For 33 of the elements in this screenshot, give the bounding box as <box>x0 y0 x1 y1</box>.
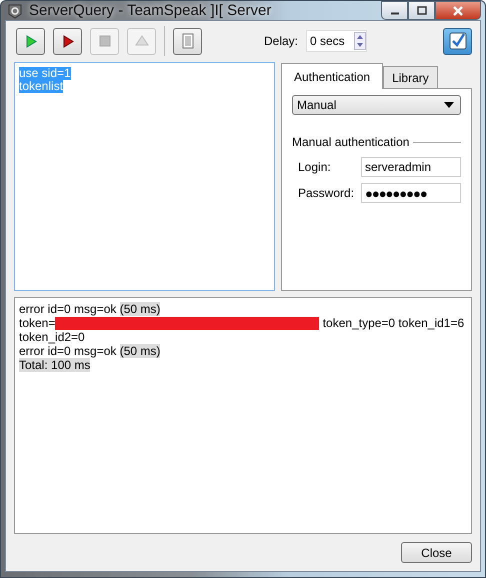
output-text: token= <box>19 316 56 330</box>
output-text: error id=0 msg=ok <box>19 344 118 358</box>
spin-arrows-icon <box>354 32 366 50</box>
document-icon <box>180 33 196 49</box>
mode-dropdown[interactable]: Manual <box>292 95 461 115</box>
caret-icon <box>444 102 454 108</box>
toolbar-button[interactable] <box>53 28 82 54</box>
output-text: error id=0 msg=ok <box>19 302 118 316</box>
group-title: Manual authentication <box>292 135 410 149</box>
input-field[interactable]: serveradmin <box>361 157 461 177</box>
minimize-icon <box>390 12 400 15</box>
password-field[interactable]: ●●●●●●●●● <box>361 183 461 203</box>
field-label: Password: <box>298 186 356 200</box>
tab[interactable]: Authentication <box>281 63 384 89</box>
toggle-button[interactable] <box>443 28 472 54</box>
delay-label: Delay: <box>264 34 298 48</box>
output-text: Total: 100 ms <box>19 358 90 372</box>
maximize-icon <box>416 6 426 16</box>
delay-spinbox[interactable]: 0 secs <box>306 30 367 52</box>
close-button[interactable] <box>435 1 481 20</box>
output-text: (50 ms) <box>120 302 160 316</box>
minimize-button[interactable] <box>381 1 408 20</box>
tab[interactable]: Library <box>383 66 438 88</box>
maximize-button[interactable] <box>408 1 435 20</box>
checkbox-icon <box>448 31 468 51</box>
close-icon <box>452 6 464 16</box>
window-title: ServerQuery - TeamSpeak ]I[ Server <box>29 2 272 19</box>
stop-icon <box>96 33 112 49</box>
close-dialog-button[interactable]: Close <box>401 542 472 563</box>
output-text: token_id2=0 <box>19 330 85 344</box>
field-label: Login: <box>298 160 332 174</box>
output-text: (50 ms) <box>120 344 160 358</box>
output-text: token_type=0 token_id1=6 <box>322 316 464 330</box>
